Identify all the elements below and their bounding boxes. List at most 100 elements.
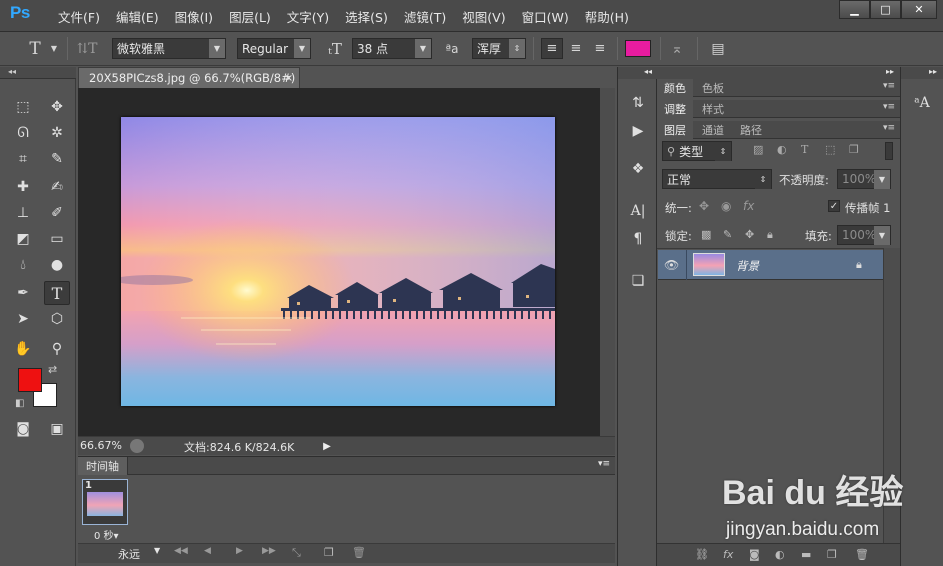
filter-pixel-icon[interactable]: ▨ <box>753 143 763 156</box>
menu-view[interactable]: 视图(V) <box>454 7 513 26</box>
close-button[interactable]: ✕ <box>901 0 937 19</box>
document-image[interactable] <box>121 117 555 406</box>
tab-layers[interactable]: 图层 <box>657 121 693 139</box>
unify-style-icon[interactable]: fx <box>743 199 754 213</box>
restore-button[interactable]: □ <box>870 0 901 19</box>
delete-layer-icon[interactable]: 🗑︎ <box>855 548 869 561</box>
lasso-tool-icon[interactable]: ᘏ <box>10 121 36 145</box>
timeline-tab[interactable]: 时间轴 <box>78 457 128 475</box>
gradient-tool-icon[interactable]: ▭ <box>44 227 70 251</box>
blend-mode-select[interactable]: 正常 ⇕ <box>662 169 772 189</box>
move-tool-icon[interactable]: ✥ <box>44 95 70 119</box>
font-size-select[interactable]: 38 点 ▼ <box>352 38 432 59</box>
layer-filter-select[interactable]: ⚲ 类型 ⇕ <box>662 141 732 161</box>
history-panel-icon[interactable]: ⇅ <box>625 91 651 115</box>
chevron-down-icon[interactable]: ▼ <box>154 546 160 555</box>
zoom-tool-icon[interactable]: ⚲ <box>44 337 70 361</box>
menu-filter[interactable]: 滤镜(T) <box>396 7 454 26</box>
filter-adjustment-icon[interactable]: ◐ <box>777 143 787 156</box>
type-tool-preset-icon[interactable]: T <box>22 38 48 59</box>
propagate-frame-checkbox[interactable]: ✓ <box>828 200 840 212</box>
collapse-panel-icon[interactable]: ◂◂ <box>0 67 76 79</box>
character-panel-icon[interactable]: ▤ <box>706 38 730 59</box>
panel-menu-icon[interactable]: ▾≡ <box>598 459 610 469</box>
collapse-panel-icon[interactable]: ▸▸ <box>657 67 900 79</box>
new-group-icon[interactable]: ▬ <box>801 548 811 561</box>
panel-menu-icon[interactable]: ▾≡ <box>883 81 895 91</box>
orientation-toggle-icon[interactable]: ⇅T <box>74 38 100 59</box>
font-style-select[interactable]: Regular ▼ <box>237 38 311 59</box>
type-tool-icon[interactable]: T <box>44 281 70 305</box>
lock-all-icon[interactable]: 🔒︎ <box>767 228 773 242</box>
collapse-panel-icon[interactable]: ▸▸ <box>901 67 943 79</box>
shape-tool-icon[interactable]: ⬡ <box>44 307 70 331</box>
filter-toggle[interactable] <box>885 142 893 160</box>
animation-frame[interactable]: 1 <box>82 479 128 525</box>
menu-edit[interactable]: 编辑(E) <box>108 7 167 26</box>
tab-styles[interactable]: 样式 <box>695 100 731 118</box>
swap-colors-icon[interactable]: ⇄ <box>48 363 57 376</box>
preset-dropdown-icon[interactable]: ▼ <box>48 38 60 59</box>
status-info-icon[interactable] <box>130 439 144 453</box>
tab-color[interactable]: 颜色 <box>657 79 693 97</box>
adjustment-layer-icon[interactable]: ◐ <box>775 548 785 561</box>
menu-type[interactable]: 文字(Y) <box>279 7 337 26</box>
close-tab-icon[interactable]: × <box>285 73 293 84</box>
unify-visibility-icon[interactable]: ◉ <box>721 199 731 213</box>
first-frame-icon[interactable]: ◀◀ <box>174 546 188 556</box>
magic-wand-tool-icon[interactable]: ✲ <box>44 121 70 145</box>
foreground-color-swatch[interactable] <box>18 368 42 392</box>
play-icon[interactable]: ▶ <box>236 546 243 556</box>
eyedropper-tool-icon[interactable]: ✎ <box>44 147 70 171</box>
panel-menu-icon[interactable]: ▾≡ <box>883 102 895 112</box>
menu-file[interactable]: 文件(F) <box>50 7 108 26</box>
unify-position-icon[interactable]: ✥ <box>699 199 709 213</box>
tab-swatches[interactable]: 色板 <box>695 79 731 97</box>
panel-menu-icon[interactable]: ▾≡ <box>883 123 895 133</box>
font-family-select[interactable]: 微软雅黑 ▼ <box>112 38 226 59</box>
previous-frame-icon[interactable]: ◀ <box>204 546 211 556</box>
lock-transparent-icon[interactable]: ▩ <box>701 228 711 241</box>
add-mask-icon[interactable]: ◙ <box>749 548 760 561</box>
layer-comps-icon[interactable]: ❏ <box>625 269 651 293</box>
next-frame-icon[interactable]: ▶▶ <box>262 546 276 556</box>
align-center-icon[interactable]: ≡ <box>565 38 587 59</box>
tab-adjustments[interactable]: 调整 <box>657 100 693 118</box>
fill-input[interactable]: 100% ▼ <box>837 225 891 245</box>
tween-icon[interactable]: ⤡ <box>292 546 301 560</box>
filter-smart-object-icon[interactable]: ❐ <box>849 143 859 156</box>
blur-tool-icon[interactable]: 💧︎ <box>10 253 36 277</box>
tab-channels[interactable]: 通道 <box>695 121 731 139</box>
menu-image[interactable]: 图像(I) <box>167 7 221 26</box>
antialias-select[interactable]: 浑厚 ⇕ <box>472 38 526 59</box>
layer-style-icon[interactable]: fx <box>723 548 733 561</box>
loop-option[interactable]: 永远 <box>118 546 140 562</box>
default-colors-icon[interactable]: ◧ <box>15 398 24 409</box>
screen-mode-icon[interactable]: ▣ <box>44 417 70 441</box>
status-menu-arrow-icon[interactable]: ▶ <box>320 438 334 454</box>
text-color-swatch[interactable] <box>625 40 651 57</box>
brush-tool-icon[interactable]: ✍ <box>44 175 70 199</box>
delete-frame-icon[interactable]: 🗑︎ <box>352 546 366 559</box>
menu-help[interactable]: 帮助(H) <box>577 7 637 26</box>
menu-layer[interactable]: 图层(L) <box>221 7 279 26</box>
paragraph-panel-icon[interactable]: ¶ <box>625 227 651 251</box>
crop-tool-icon[interactable]: ⌗ <box>10 147 36 171</box>
minimize-button[interactable]: ▁ <box>839 0 870 19</box>
eraser-tool-icon[interactable]: ◩ <box>10 227 36 251</box>
collapse-panel-icon[interactable]: ◂◂ <box>618 67 658 79</box>
zoom-level[interactable]: 66.67% <box>80 439 122 452</box>
lock-position-icon[interactable]: ✥ <box>745 228 754 241</box>
document-tab[interactable]: 20X58PICzs8.jpg @ 66.7%(RGB/8#) × <box>78 67 300 88</box>
character-panel-icon[interactable]: A| <box>625 199 651 223</box>
new-layer-icon[interactable]: ❐ <box>827 548 837 561</box>
layer-row[interactable]: 👁︎ 背景 🔒︎ <box>658 250 883 280</box>
character-styles-icon[interactable]: ᵃA <box>909 91 935 115</box>
canvas-vertical-scrollbar[interactable] <box>600 88 615 436</box>
menu-select[interactable]: 选择(S) <box>337 7 396 26</box>
quick-mask-icon[interactable]: ◙ <box>10 417 36 441</box>
frame-delay[interactable]: 0 秒▾ <box>94 527 119 542</box>
warp-text-icon[interactable]: ⌅ <box>666 38 688 59</box>
pen-tool-icon[interactable]: ✒ <box>10 281 36 305</box>
filter-shape-icon[interactable]: ⬚ <box>825 143 835 156</box>
